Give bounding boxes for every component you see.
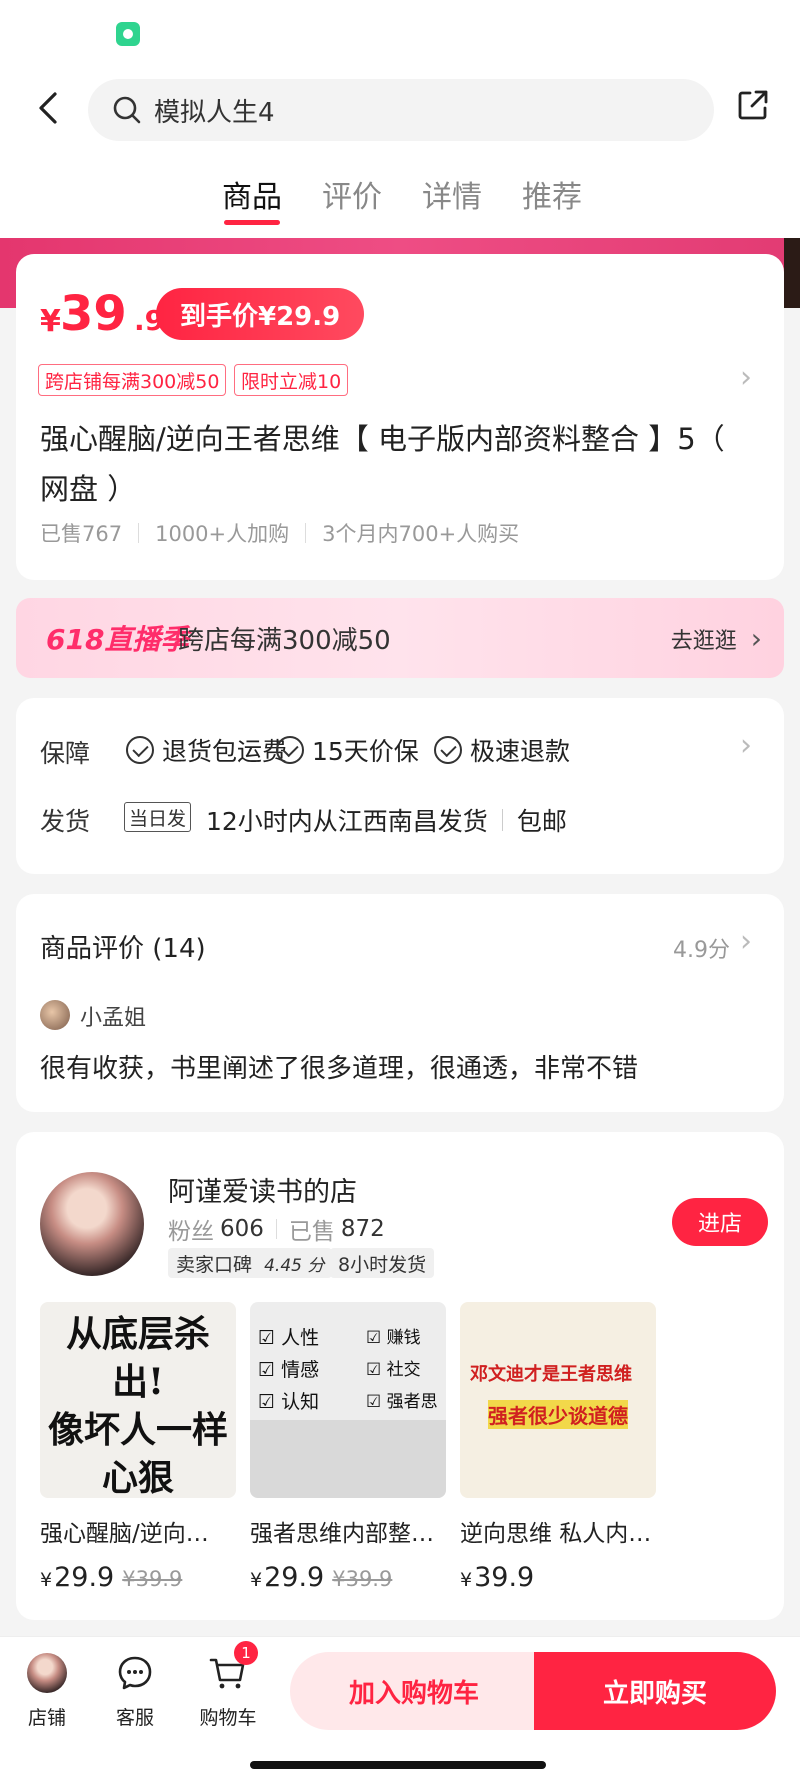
shipping-label: 发货 — [40, 807, 91, 836]
chevron-left-icon — [39, 92, 57, 124]
product-thumbnail: ☑ 人性 ☑ 情感 ☑ 认知 ☑ 赚钱 ☑ 社交 ☑ 强者思维 — [250, 1302, 446, 1498]
final-price-badge: 到手价¥29.9 — [156, 288, 365, 340]
nav-cart[interactable]: 1 购物车 — [188, 1641, 268, 1730]
shop-card: 阿谨爱读书的店 粉丝 606 已售 872 卖家口碑 4.45 分 8小时发货 进店… — [16, 1132, 784, 1620]
enter-shop-button[interactable]: 进店 — [672, 1198, 768, 1246]
cart-adds: 1000+人加购 — [155, 522, 290, 546]
product-price: ¥29.9 ¥39.9 — [250, 1562, 393, 1593]
top-header: 模拟人生4 商品 评价 详情 推荐 — [0, 0, 800, 238]
product-name: 强者思维内部整… — [250, 1521, 434, 1547]
review-card[interactable]: 商品评价 (14) 4.9分 › 小孟姐 很有收获，书里阐述了很多道理，很通透，… — [16, 894, 784, 1112]
shop-product-card[interactable]: ☑ 人性 ☑ 情感 ☑ 认知 ☑ 赚钱 ☑ 社交 ☑ 强者思维 强者思维内部整…… — [250, 1302, 446, 1593]
promo-logo: 618直播季 — [46, 623, 189, 656]
price-integer: 39 — [60, 286, 127, 342]
search-query: 模拟人生4 — [154, 97, 275, 128]
same-day-tag: 当日发 — [124, 802, 192, 832]
chevron-right-icon[interactable]: › — [740, 924, 752, 959]
chevron-right-icon: › — [750, 622, 762, 655]
reputation-score: 4.45 分 — [264, 1255, 325, 1276]
section-tabs: 商品 评价 详情 推荐 — [0, 168, 800, 230]
review-score: 4.9分 — [673, 938, 730, 963]
share-icon — [738, 90, 768, 120]
bottom-action-bar: 店铺 客服 1 购物车 加入购物车 立即购买 — [0, 1636, 800, 1778]
check-circle-icon — [276, 736, 304, 764]
product-price: ¥29.9 ¥39.9 — [40, 1562, 183, 1593]
tab-recommend[interactable]: 推荐 — [522, 172, 582, 216]
product-stats: 已售767 1000+人加购 3个月内700+人购买 — [40, 518, 519, 548]
product-title: 强心醒脑/逆向王者思维【 电子版内部资料整合 】5（ 网盘 ） — [40, 422, 725, 506]
tab-details[interactable]: 详情 — [422, 172, 482, 216]
shipping-info: 12小时内从江西南昌发货 包邮 — [206, 807, 567, 836]
shop-product-card[interactable]: 从底层杀出! 像坏人一样 心狠 强心醒脑/逆向… ¥29.9 ¥39.9 — [40, 1302, 236, 1593]
product-price: ¥39.9 — [460, 1562, 535, 1593]
service-card[interactable]: 保障 退货包运费 15天价保 极速退款 › 发货 当日发 12小时内从江西南昌发… — [16, 698, 784, 874]
reputation-tag: 卖家口碑 4.45 分 — [168, 1248, 333, 1278]
product-thumbnail: 从底层杀出! 像坏人一样 心狠 — [40, 1302, 236, 1498]
reviewer-avatar — [40, 1000, 70, 1030]
check-circle-icon — [434, 736, 462, 764]
shipping-speed-tag: 8小时发货 — [330, 1248, 435, 1278]
search-icon — [113, 96, 141, 124]
shop-avatar[interactable] — [40, 1172, 144, 1276]
coupon-limited[interactable]: 限时立减10 — [234, 364, 349, 396]
coupon-cross-store[interactable]: 跨店铺每满300减50 — [38, 364, 227, 396]
sold-label: 已售 — [288, 1219, 335, 1245]
guarantee-price-protect: 15天价保 — [276, 732, 419, 768]
fans-count: 606 — [220, 1216, 264, 1242]
active-tab-indicator — [224, 220, 280, 225]
back-button[interactable] — [28, 86, 68, 130]
promo-action[interactable]: 去逛逛 › — [671, 622, 762, 655]
recent-buyers: 3个月内700+人购买 — [322, 522, 520, 546]
price-currency: ¥ — [40, 304, 61, 339]
review-text: 很有收获，书里阐述了很多道理，很通透，非常不错 — [40, 1054, 639, 1084]
coupon-chevron-icon[interactable]: › — [740, 360, 752, 395]
shop-sold-count: 872 — [340, 1216, 385, 1242]
cart-count-badge: 1 — [234, 1641, 258, 1665]
add-to-cart-button[interactable]: 加入购物车 — [290, 1652, 538, 1730]
guarantee-fast-refund: 极速退款 — [434, 732, 570, 768]
sold-count: 已售767 — [40, 522, 123, 546]
product-name: 强心醒脑/逆向… — [40, 1521, 209, 1547]
fans-label: 粉丝 — [168, 1219, 214, 1245]
cart-icon: 1 — [208, 1641, 258, 1693]
search-bar[interactable]: 模拟人生4 — [88, 79, 714, 141]
promo-text: 跨店每满300减50 — [178, 626, 391, 656]
nav-shop[interactable]: 店铺 — [12, 1653, 82, 1730]
nav-customer-service[interactable]: 客服 — [100, 1653, 170, 1730]
product-thumbnail: 邓文迪才是王者思维 强者很少谈道德 — [460, 1302, 656, 1498]
shop-stats: 粉丝 606 已售 872 — [168, 1212, 385, 1246]
chat-icon — [115, 1653, 155, 1693]
price-card: ¥ 39 .9 到手价¥29.9 跨店铺每满300减50 限时立减10 › 强心… — [16, 254, 784, 580]
divider — [138, 523, 140, 543]
buy-now-button[interactable]: 立即购买 — [534, 1652, 776, 1730]
home-indicator — [250, 1761, 546, 1769]
tab-reviews[interactable]: 评价 — [322, 172, 382, 216]
review-heading: 商品评价 (14) — [40, 934, 206, 964]
product-name: 逆向思维 私人内… — [460, 1521, 652, 1547]
check-circle-icon — [126, 736, 154, 764]
promo-banner[interactable]: 618直播季 跨店每满300减50 去逛逛 › — [16, 598, 784, 678]
share-button[interactable] — [736, 88, 776, 128]
shop-name[interactable]: 阿谨爱读书的店 — [168, 1170, 357, 1209]
guarantee-label: 保障 — [40, 739, 91, 768]
divider — [305, 523, 307, 543]
shop-product-card[interactable]: 邓文迪才是王者思维 强者很少谈道德 逆向思维 私人内… ¥39.9 — [460, 1302, 656, 1593]
chevron-right-icon[interactable]: › — [740, 728, 752, 763]
tab-goods[interactable]: 商品 — [222, 172, 282, 216]
guarantee-return-shipping: 退货包运费 — [126, 732, 287, 768]
status-app-icon — [116, 22, 140, 46]
reviewer-name: 小孟姐 — [80, 1006, 147, 1031]
shop-avatar-icon — [27, 1653, 67, 1693]
